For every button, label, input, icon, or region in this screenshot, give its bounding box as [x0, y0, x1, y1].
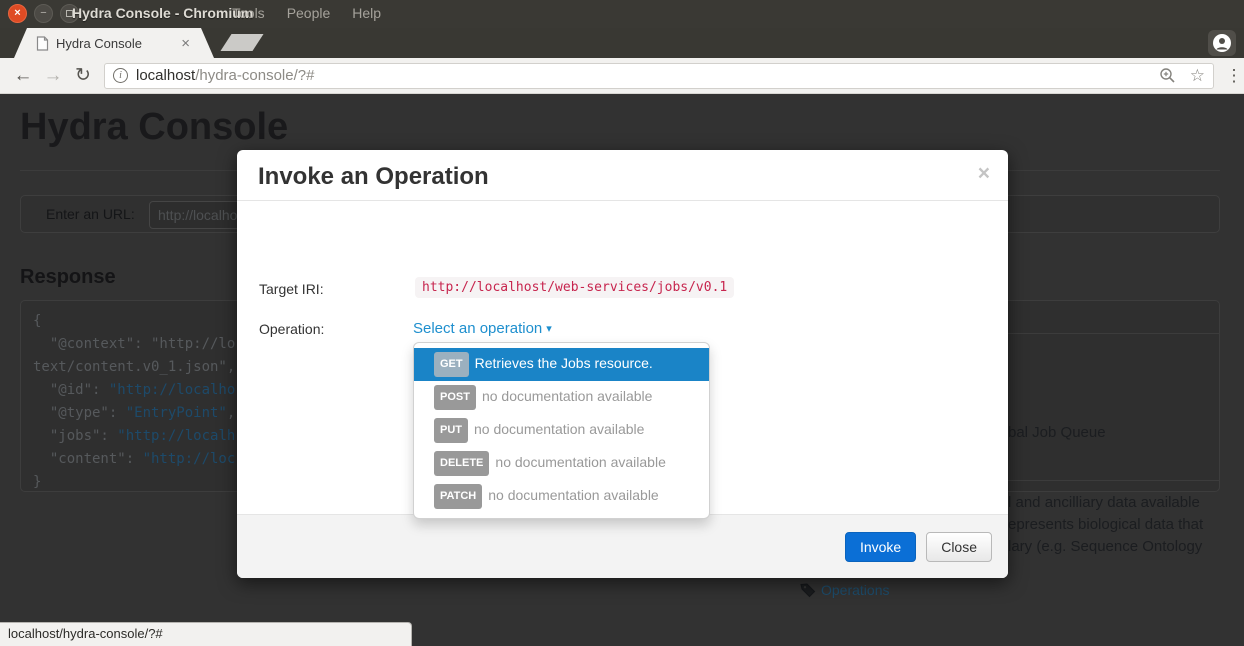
dropdown-item-desc: Retrieves the Jobs resource. [475, 355, 653, 371]
avatar-icon [1212, 33, 1232, 53]
url-form-label: Enter an URL: [46, 206, 135, 222]
profile-avatar-button[interactable] [1208, 30, 1236, 56]
window-controls: × − [8, 4, 79, 23]
chevron-down-icon: ▾ [546, 322, 552, 335]
operation-dropdown-menu: GET Retrieves the Jobs resource. POST no do… [413, 342, 710, 519]
dropdown-item-desc: no documentation available [488, 487, 658, 503]
dropdown-item[interactable]: PATCH no documentation available [414, 480, 709, 513]
paragraph-line: l and ancilliary data available [1008, 492, 1203, 514]
url-path: /hydra-console/?# [195, 67, 314, 84]
window-close-button[interactable]: × [8, 4, 27, 23]
tab-title: Hydra Console [56, 36, 181, 51]
modal-body: Target IRI: http://localhost/web-service… [237, 201, 1008, 514]
page-title: Hydra Console [20, 106, 288, 149]
http-method-badge: PUT [434, 418, 468, 443]
menubar-item[interactable]: Tools [232, 5, 265, 21]
new-tab-button[interactable] [220, 34, 263, 51]
zoom-icon[interactable] [1159, 67, 1176, 84]
http-method-badge: DELETE [434, 451, 489, 476]
browser-toolbar: ← → ↻ i localhost /hydra-console/?# ☆ ⋮ [0, 58, 1244, 94]
response-heading: Response [20, 266, 116, 289]
page-favicon-icon [36, 36, 49, 51]
dropdown-item-desc: no documentation available [495, 454, 665, 470]
operation-label: Operation: [259, 321, 324, 337]
menubar: Tools People Help [232, 5, 381, 21]
json-link[interactable]: "http://localho [109, 382, 235, 398]
modal-title: Invoke an Operation [258, 163, 489, 190]
http-method-badge: POST [434, 385, 476, 410]
dropdown-item-desc: no documentation available [482, 388, 652, 404]
http-method-badge: PATCH [434, 484, 482, 509]
forward-button[interactable]: → [38, 65, 68, 87]
bookmark-star-icon[interactable]: ☆ [1190, 66, 1205, 86]
target-iri-label: Target IRI: [259, 281, 324, 297]
status-url-bubble: localhost/hydra-console/?# [0, 622, 412, 646]
json-link[interactable]: "http://localh [117, 428, 235, 444]
close-button[interactable]: Close [926, 532, 992, 562]
address-bar[interactable]: i localhost /hydra-console/?# ☆ [104, 63, 1214, 89]
dropdown-item[interactable]: GET Retrieves the Jobs resource. [414, 348, 709, 381]
documentation-paragraph: l and ancilliary data availableepresents… [1008, 492, 1203, 558]
tab-strip: Hydra Console × [0, 28, 1244, 58]
window-title: Hydra Console - Chromium [72, 5, 253, 21]
invoke-operation-modal: Invoke an Operation × Target IRI: http:/… [237, 150, 1008, 578]
json-link[interactable]: "EntryPoint" [126, 405, 227, 421]
menubar-item[interactable]: People [287, 5, 331, 21]
modal-close-icon[interactable]: × [978, 162, 990, 186]
browser-menu-icon[interactable]: ⋮ [1224, 66, 1244, 86]
tab-close-icon[interactable]: × [181, 35, 190, 52]
invoke-button[interactable]: Invoke [845, 532, 916, 562]
window-titlebar: × − Hydra Console - Chromium Tools People… [0, 0, 1244, 28]
page-info-icon[interactable]: i [113, 68, 128, 83]
window-minimize-button[interactable]: − [34, 4, 53, 23]
paragraph-line: lary (e.g. Sequence Ontology [1008, 536, 1203, 558]
browser-tab[interactable]: Hydra Console × [14, 28, 214, 58]
json-link[interactable]: "http://loc [143, 451, 236, 467]
modal-header: Invoke an Operation × [237, 150, 1008, 201]
http-method-badge: GET [434, 352, 469, 377]
back-button[interactable]: ← [8, 65, 38, 87]
menubar-item[interactable]: Help [352, 5, 381, 21]
dropdown-item[interactable]: DELETE no documentation available [414, 447, 709, 480]
dropdown-item-desc: no documentation available [474, 421, 644, 437]
reload-button[interactable]: ↻ [68, 64, 98, 87]
operations-tag-label: Operations [821, 582, 889, 598]
url-host: localhost [136, 67, 195, 84]
operations-tag-link[interactable]: Operations [800, 582, 889, 598]
modal-footer: Invoke Close [237, 514, 1008, 578]
job-queue-text: bal Job Queue [1008, 424, 1106, 441]
paragraph-line: epresents biological data that [1008, 514, 1203, 536]
dropdown-item[interactable]: PUT no documentation available [414, 414, 709, 447]
target-iri-value: http://localhost/web-services/jobs/v0.1 [415, 277, 734, 298]
tag-icon [800, 582, 816, 598]
operation-select-link[interactable]: Select an operation▾ [413, 320, 552, 337]
page-viewport: Hydra Console Enter an URL: http://local… [0, 94, 1244, 646]
dropdown-item[interactable]: POST no documentation available [414, 381, 709, 414]
